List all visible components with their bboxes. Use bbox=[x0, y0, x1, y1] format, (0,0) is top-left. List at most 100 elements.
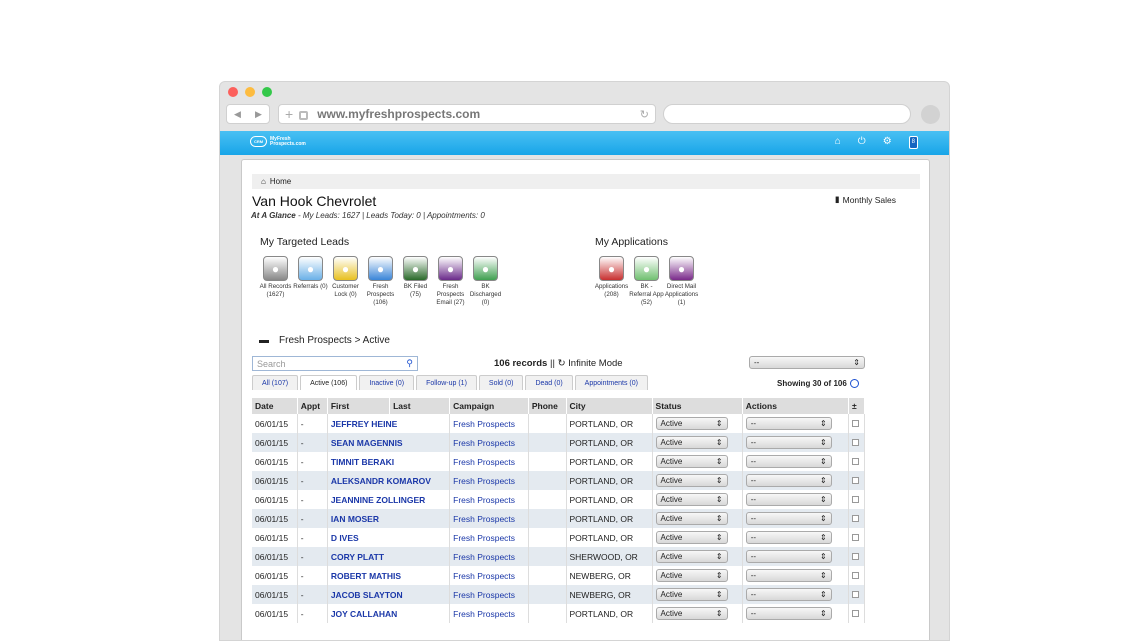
search-icon[interactable]: ⚲ bbox=[406, 358, 413, 369]
row-checkbox[interactable] bbox=[851, 457, 859, 465]
name-link[interactable]: JOY CALLAHAN bbox=[327, 604, 451, 623]
row-checkbox[interactable] bbox=[851, 590, 859, 598]
table-row[interactable]: 06/01/15- IAN MOSER Fresh Prospects PORTLAN… bbox=[252, 509, 866, 528]
row-checkbox[interactable] bbox=[851, 552, 859, 560]
row-checkbox[interactable] bbox=[851, 419, 859, 427]
gear-icon[interactable]: ⚙ bbox=[883, 136, 892, 149]
targeted-item[interactable]: ● Referrals (0) bbox=[293, 256, 328, 307]
campaign-link[interactable]: Fresh Prospects bbox=[449, 509, 529, 528]
campaign-link[interactable]: Fresh Prospects bbox=[449, 433, 529, 452]
status-select[interactable]: Active ⇕ bbox=[655, 455, 728, 468]
actions-select[interactable]: -- ⇕ bbox=[745, 455, 832, 468]
app-logo[interactable]: CRM MyFresh Prospects.com bbox=[250, 136, 306, 147]
power-icon[interactable]: ⏻ bbox=[858, 136, 866, 149]
back-arrow-icon[interactable]: ◀ bbox=[234, 109, 241, 120]
name-link[interactable]: JEFFREY HEINE bbox=[327, 414, 451, 433]
row-checkbox[interactable] bbox=[851, 476, 859, 484]
targeted-item[interactable]: ● Customer Lock (0) bbox=[328, 256, 363, 307]
campaign-link[interactable]: Fresh Prospects bbox=[449, 585, 529, 604]
campaign-link[interactable]: Fresh Prospects bbox=[449, 604, 529, 623]
status-select[interactable]: Active ⇕ bbox=[655, 607, 728, 620]
name-link[interactable]: TIMNIT BERAKI bbox=[327, 452, 451, 471]
targeted-item[interactable]: ● BK Filed (75) bbox=[398, 256, 433, 307]
table-row[interactable]: 06/01/15- JEFFREY HEINE Fresh Prospects POR… bbox=[252, 414, 866, 433]
row-checkbox[interactable] bbox=[851, 533, 859, 541]
tab-0[interactable]: All (107) bbox=[252, 375, 299, 390]
column-header[interactable]: Phone bbox=[528, 398, 567, 414]
column-header[interactable]: City bbox=[566, 398, 653, 414]
name-link[interactable]: CORY PLATT bbox=[327, 547, 451, 566]
actions-select[interactable]: -- ⇕ bbox=[745, 588, 832, 601]
notification-badge[interactable]: 8 bbox=[908, 136, 918, 149]
column-header[interactable]: Actions bbox=[742, 398, 849, 414]
new-tab-icon[interactable]: + bbox=[285, 106, 293, 122]
table-row[interactable]: 06/01/15- D IVES Fresh Prospects PORTLAND, … bbox=[252, 528, 866, 547]
name-link[interactable]: ALEKSANDR KOMAROV bbox=[327, 471, 451, 490]
actions-select[interactable]: -- ⇕ bbox=[745, 436, 832, 449]
status-select[interactable]: Active ⇕ bbox=[655, 474, 728, 487]
applications-item[interactable]: ● Direct Mail Applications (1) bbox=[664, 256, 699, 307]
column-header[interactable]: Appt bbox=[297, 398, 328, 414]
status-select[interactable]: Active ⇕ bbox=[655, 493, 728, 506]
targeted-item[interactable]: ● BK Discharged (0) bbox=[468, 256, 503, 307]
actions-select[interactable]: -- ⇕ bbox=[745, 512, 832, 525]
status-select[interactable]: Active ⇕ bbox=[655, 417, 728, 430]
table-row[interactable]: 06/01/15- CORY PLATT Fresh Prospects SHERWO… bbox=[252, 547, 866, 566]
name-link[interactable]: JACOB SLAYTON bbox=[327, 585, 451, 604]
forward-arrow-icon[interactable]: ▶ bbox=[255, 109, 262, 120]
name-link[interactable]: ROBERT MATHIS bbox=[327, 566, 451, 585]
column-header[interactable]: Campaign bbox=[449, 398, 529, 414]
column-header[interactable]: ± bbox=[848, 398, 866, 414]
breadcrumb-home[interactable]: Home bbox=[270, 177, 291, 186]
row-checkbox[interactable] bbox=[851, 495, 859, 503]
applications-item[interactable]: ● Applications (208) bbox=[594, 256, 629, 307]
campaign-link[interactable]: Fresh Prospects bbox=[449, 452, 529, 471]
column-header[interactable]: Status bbox=[652, 398, 743, 414]
actions-select[interactable]: -- ⇕ bbox=[745, 474, 832, 487]
table-row[interactable]: 06/01/15- TIMNIT BERAKI Fresh Prospects POR… bbox=[252, 452, 866, 471]
table-row[interactable]: 06/01/15- JOY CALLAHAN Fresh Prospects PORT… bbox=[252, 604, 866, 623]
actions-select[interactable]: -- ⇕ bbox=[745, 607, 832, 620]
browser-search-field[interactable] bbox=[663, 104, 911, 124]
actions-select[interactable]: -- ⇕ bbox=[745, 531, 832, 544]
applications-item[interactable]: ● BK - Referral App (52) bbox=[629, 256, 664, 307]
column-header[interactable]: Date bbox=[252, 398, 298, 414]
refresh-icon[interactable]: ↻ bbox=[558, 358, 566, 369]
name-link[interactable]: JEANNINE ZOLLINGER bbox=[327, 490, 451, 509]
close-window-button[interactable] bbox=[228, 87, 238, 97]
table-row[interactable]: 06/01/15- SEAN MAGENNIS Fresh Prospects POR… bbox=[252, 433, 866, 452]
actions-select[interactable]: -- ⇕ bbox=[745, 550, 832, 563]
tab-2[interactable]: Inactive (0) bbox=[359, 375, 415, 390]
campaign-link[interactable]: Fresh Prospects bbox=[449, 547, 529, 566]
maximize-window-button[interactable] bbox=[262, 87, 272, 97]
column-header[interactable]: Last bbox=[389, 398, 451, 414]
status-select[interactable]: Active ⇕ bbox=[655, 512, 728, 525]
status-select[interactable]: Active ⇕ bbox=[655, 436, 728, 449]
campaign-link[interactable]: Fresh Prospects bbox=[449, 490, 529, 509]
campaign-link[interactable]: Fresh Prospects bbox=[449, 414, 529, 433]
actions-select[interactable]: -- ⇕ bbox=[745, 569, 832, 582]
actions-select[interactable]: -- ⇕ bbox=[745, 417, 832, 430]
bulk-action-select[interactable]: -- ⇕ bbox=[749, 356, 865, 369]
row-checkbox[interactable] bbox=[851, 514, 859, 522]
targeted-item[interactable]: ● Fresh Prospects (106) bbox=[363, 256, 398, 307]
table-row[interactable]: 06/01/15- ALEKSANDR KOMAROV Fresh Prospect… bbox=[252, 471, 866, 490]
name-link[interactable]: D IVES bbox=[327, 528, 451, 547]
campaign-link[interactable]: Fresh Prospects bbox=[449, 528, 529, 547]
table-row[interactable]: 06/01/15- ROBERT MATHIS Fresh Prospects NEW… bbox=[252, 566, 866, 585]
table-row[interactable]: 06/01/15- JEANNINE ZOLLINGER Fresh Prospec… bbox=[252, 490, 866, 509]
home-icon[interactable]: ⌂ bbox=[835, 136, 841, 149]
search-input[interactable]: Search ⚲ bbox=[252, 356, 418, 371]
monthly-sales-link[interactable]: ▮ Monthly Sales bbox=[835, 194, 896, 205]
table-row[interactable]: 06/01/15- JACOB SLAYTON Fresh Prospects NEW… bbox=[252, 585, 866, 604]
targeted-item[interactable]: ● Fresh Prospects Email (27) bbox=[433, 256, 468, 307]
clock-icon[interactable] bbox=[849, 379, 859, 388]
status-select[interactable]: Active ⇕ bbox=[655, 550, 728, 563]
tab-6[interactable]: Appointments (0) bbox=[574, 375, 648, 390]
row-checkbox[interactable] bbox=[851, 571, 859, 579]
reload-icon[interactable]: ↻ bbox=[640, 108, 649, 121]
actions-select[interactable]: -- ⇕ bbox=[745, 493, 832, 506]
targeted-item[interactable]: ● All Records (1627) bbox=[258, 256, 293, 307]
campaign-link[interactable]: Fresh Prospects bbox=[449, 471, 529, 490]
status-select[interactable]: Active ⇕ bbox=[655, 588, 728, 601]
